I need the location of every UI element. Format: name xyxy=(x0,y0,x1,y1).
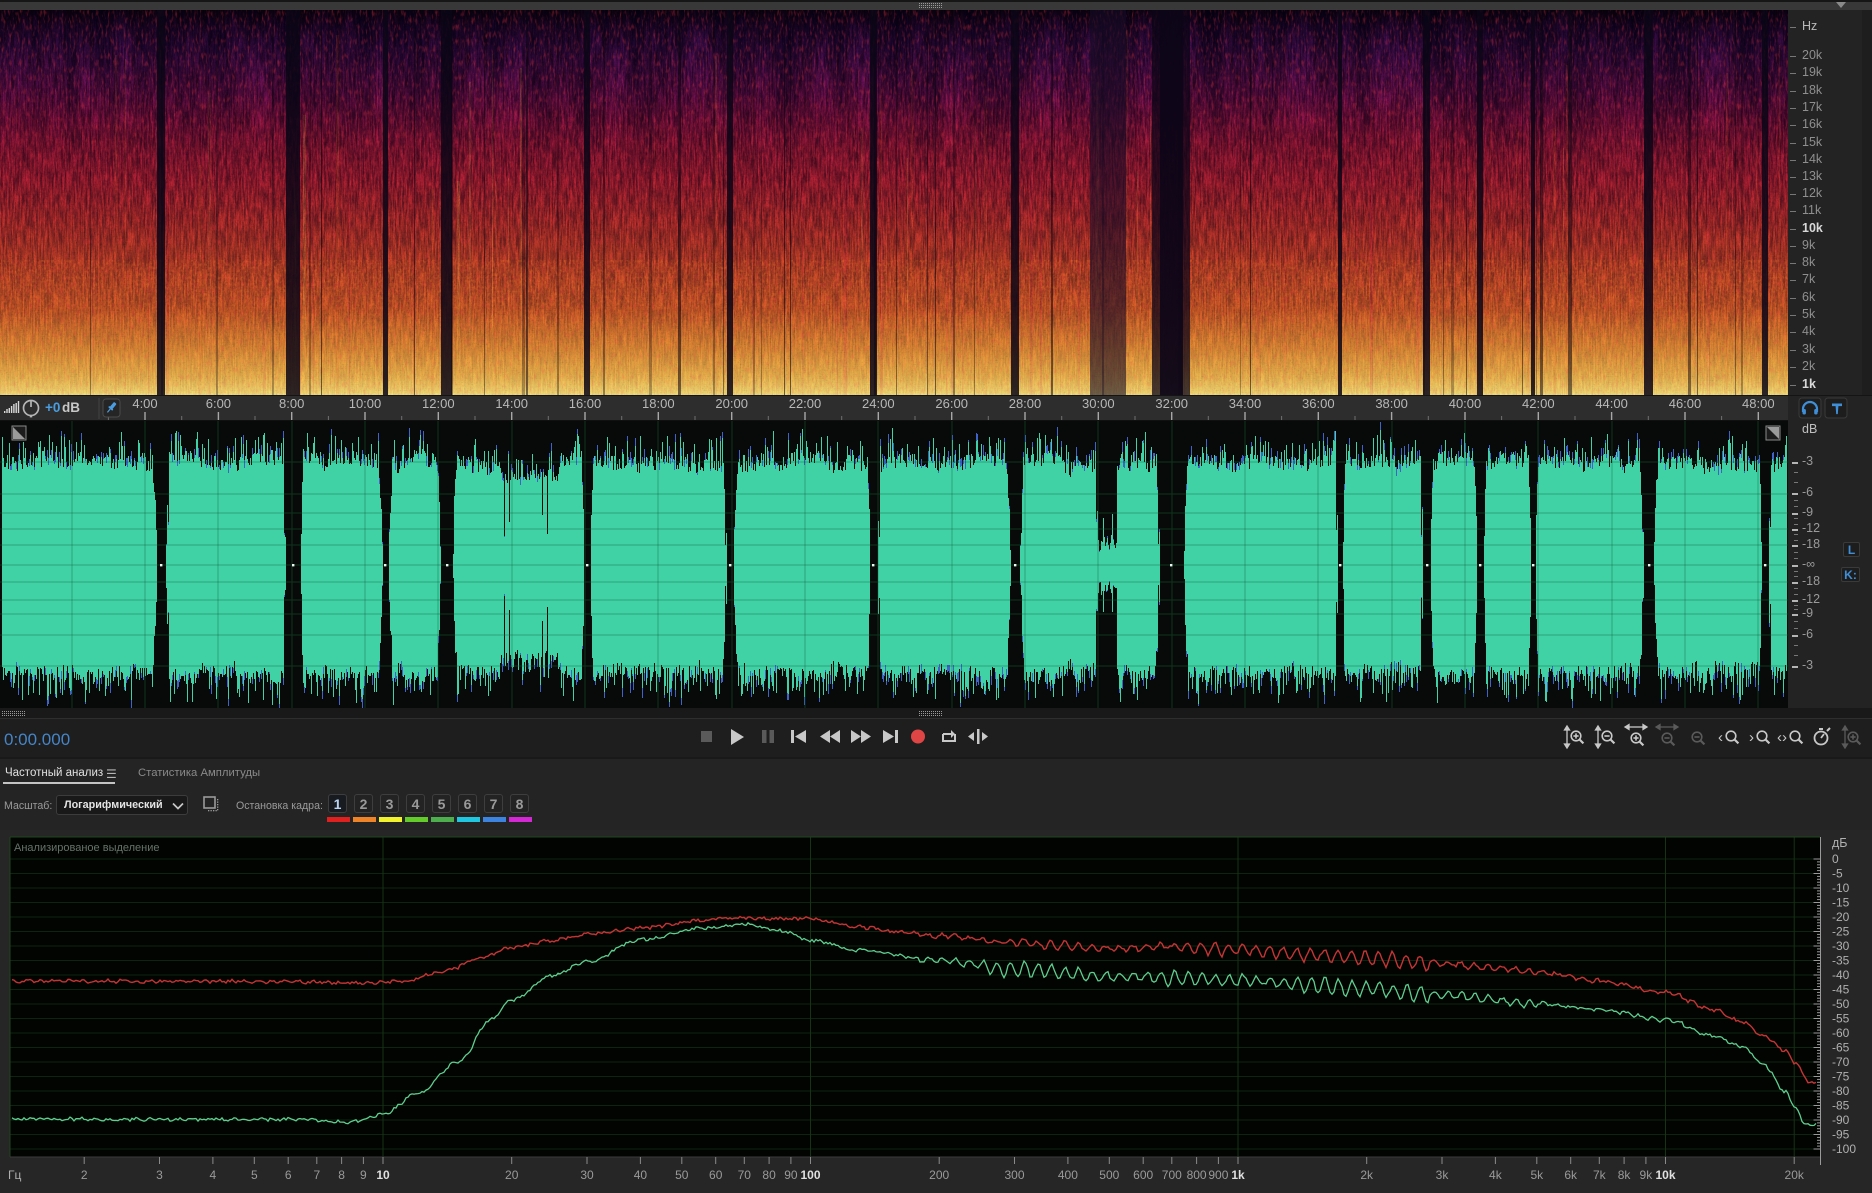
svg-text:36:00: 36:00 xyxy=(1302,396,1335,411)
svg-text:8k: 8k xyxy=(1618,1168,1632,1182)
svg-text:20:00: 20:00 xyxy=(715,396,748,411)
svg-text:40:00: 40:00 xyxy=(1449,396,1482,411)
svg-text:9k: 9k xyxy=(1640,1168,1654,1182)
svg-text:›: › xyxy=(1749,729,1754,746)
svg-text:-90: -90 xyxy=(1832,1113,1850,1127)
svg-text:20: 20 xyxy=(505,1168,519,1182)
svg-text:42:00: 42:00 xyxy=(1522,396,1555,411)
svg-text:26:00: 26:00 xyxy=(935,396,968,411)
svg-text:20k: 20k xyxy=(1785,1168,1805,1182)
svg-text:-85: -85 xyxy=(1832,1099,1850,1113)
svg-text:400: 400 xyxy=(1058,1168,1078,1182)
svg-text:2: 2 xyxy=(81,1168,88,1182)
svg-text:30: 30 xyxy=(580,1168,594,1182)
svg-text:50: 50 xyxy=(675,1168,689,1182)
svg-text:Анализированое выделение: Анализированое выделение xyxy=(14,842,160,854)
svg-text:4:00: 4:00 xyxy=(132,396,157,411)
svg-text:24:00: 24:00 xyxy=(862,396,895,411)
svg-text:4k: 4k xyxy=(1489,1168,1503,1182)
svg-text:+0: +0 xyxy=(45,400,60,415)
svg-text:6: 6 xyxy=(285,1168,292,1182)
svg-text:6k: 6k xyxy=(1564,1168,1578,1182)
svg-text:-35: -35 xyxy=(1832,954,1850,968)
svg-text:30:00: 30:00 xyxy=(1082,396,1115,411)
svg-text:900: 900 xyxy=(1208,1168,1228,1182)
svg-text:300: 300 xyxy=(1004,1168,1024,1182)
svg-text:6:00: 6:00 xyxy=(206,396,231,411)
svg-text:8: 8 xyxy=(338,1168,345,1182)
svg-text:100: 100 xyxy=(800,1168,820,1182)
svg-text:-100: -100 xyxy=(1832,1142,1856,1156)
svg-text:-50: -50 xyxy=(1832,997,1850,1011)
svg-text:5: 5 xyxy=(251,1168,258,1182)
svg-text:3k: 3k xyxy=(1436,1168,1450,1182)
svg-text:22:00: 22:00 xyxy=(789,396,822,411)
svg-text:7k: 7k xyxy=(1593,1168,1607,1182)
svg-text:60: 60 xyxy=(709,1168,723,1182)
svg-text:-55: -55 xyxy=(1832,1012,1850,1026)
svg-text:48:00: 48:00 xyxy=(1742,396,1775,411)
svg-text:40: 40 xyxy=(634,1168,648,1182)
svg-text:38:00: 38:00 xyxy=(1375,396,1408,411)
svg-text:500: 500 xyxy=(1099,1168,1119,1182)
svg-text:-60: -60 xyxy=(1832,1026,1850,1040)
svg-text:34:00: 34:00 xyxy=(1229,396,1262,411)
svg-text:4: 4 xyxy=(210,1168,217,1182)
svg-text:44:00: 44:00 xyxy=(1595,396,1628,411)
svg-text:dB: dB xyxy=(62,400,80,415)
svg-text:32:00: 32:00 xyxy=(1155,396,1188,411)
svg-text:600: 600 xyxy=(1133,1168,1153,1182)
svg-text:80: 80 xyxy=(762,1168,776,1182)
svg-text:‹›: ‹› xyxy=(1777,729,1787,746)
svg-text:-95: -95 xyxy=(1832,1128,1850,1142)
svg-text:16:00: 16:00 xyxy=(569,396,602,411)
svg-text:700: 700 xyxy=(1162,1168,1182,1182)
svg-text:1k: 1k xyxy=(1231,1168,1245,1182)
svg-text:7: 7 xyxy=(313,1168,320,1182)
svg-text:3: 3 xyxy=(156,1168,163,1182)
svg-text:28:00: 28:00 xyxy=(1009,396,1042,411)
svg-text:-75: -75 xyxy=(1832,1070,1850,1084)
svg-text:-65: -65 xyxy=(1832,1041,1850,1055)
svg-text:0: 0 xyxy=(1832,852,1839,866)
svg-text:дБ: дБ xyxy=(1832,836,1848,850)
svg-text:‹: ‹ xyxy=(1718,729,1723,746)
svg-text:18:00: 18:00 xyxy=(642,396,675,411)
svg-text:-25: -25 xyxy=(1832,925,1850,939)
svg-text:-80: -80 xyxy=(1832,1084,1850,1098)
svg-text:Гц: Гц xyxy=(8,1168,21,1182)
svg-text:46:00: 46:00 xyxy=(1669,396,1702,411)
svg-text:-30: -30 xyxy=(1832,939,1850,953)
svg-text:90: 90 xyxy=(784,1168,798,1182)
svg-text:5k: 5k xyxy=(1530,1168,1544,1182)
svg-text:2k: 2k xyxy=(1360,1168,1374,1182)
svg-text:10:00: 10:00 xyxy=(349,396,382,411)
svg-text:-70: -70 xyxy=(1832,1055,1850,1069)
svg-text:-5: -5 xyxy=(1832,867,1843,881)
svg-text:800: 800 xyxy=(1187,1168,1207,1182)
svg-text:-10: -10 xyxy=(1832,881,1850,895)
svg-text:-45: -45 xyxy=(1832,983,1850,997)
svg-text:-15: -15 xyxy=(1832,896,1850,910)
svg-text:200: 200 xyxy=(929,1168,949,1182)
svg-text:70: 70 xyxy=(738,1168,752,1182)
svg-text:10k: 10k xyxy=(1655,1168,1675,1182)
svg-text:12:00: 12:00 xyxy=(422,396,455,411)
svg-text:10: 10 xyxy=(376,1168,390,1182)
svg-text:9: 9 xyxy=(360,1168,367,1182)
svg-text:8:00: 8:00 xyxy=(279,396,304,411)
svg-text:-40: -40 xyxy=(1832,968,1850,982)
svg-text:14:00: 14:00 xyxy=(495,396,528,411)
svg-text:-20: -20 xyxy=(1832,910,1850,924)
